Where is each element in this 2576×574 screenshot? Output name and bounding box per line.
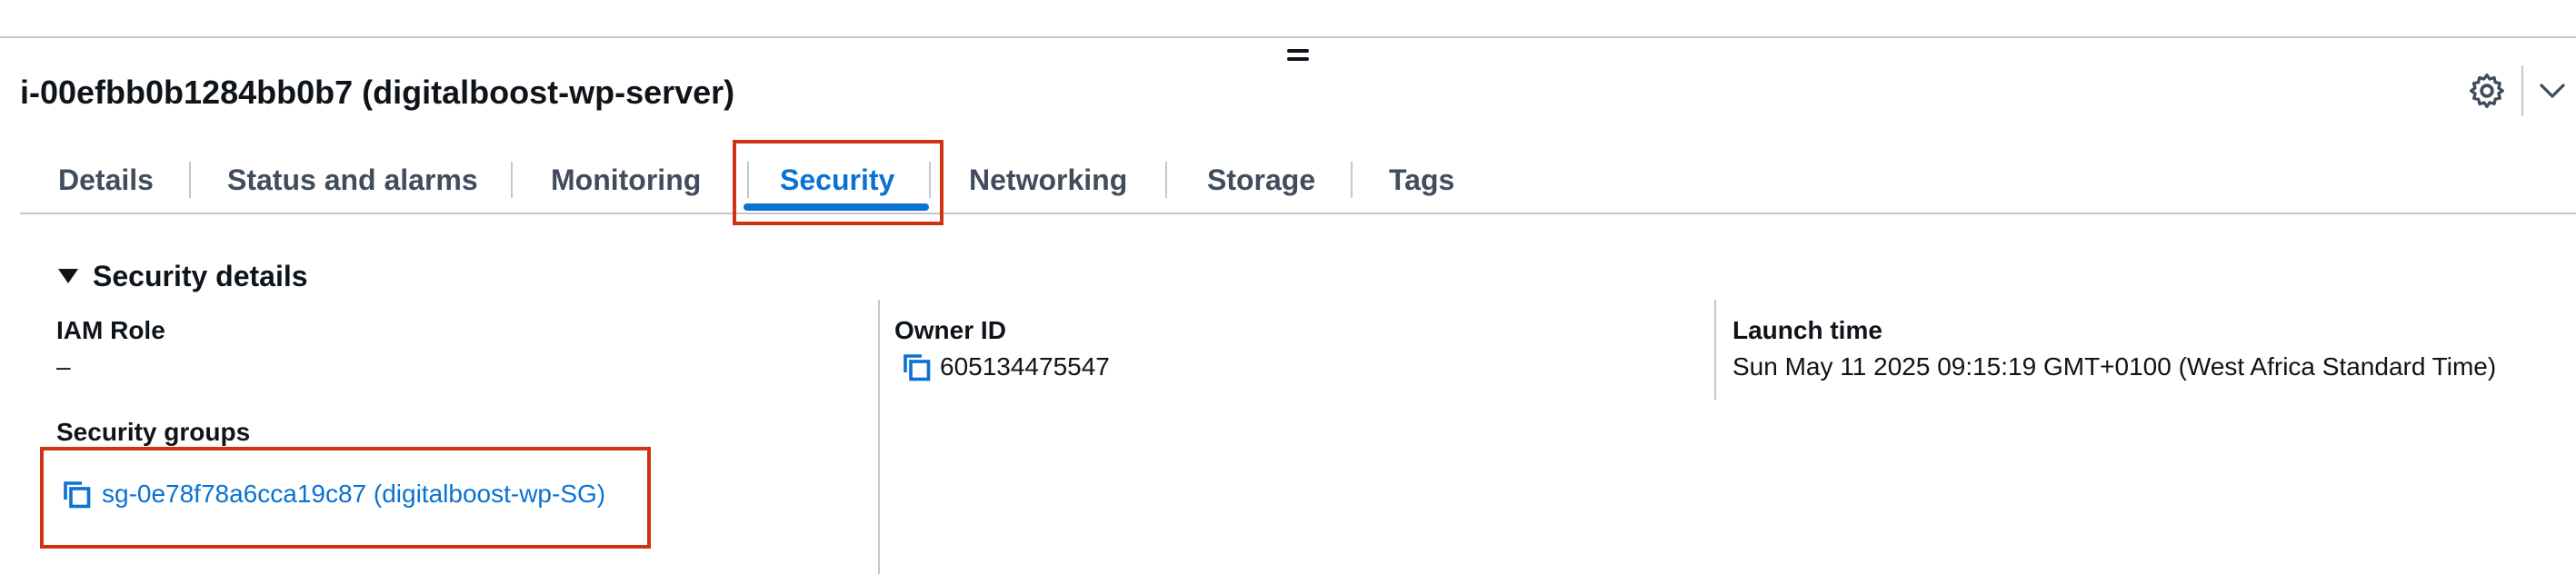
tab-separator — [1351, 162, 1353, 198]
tab-monitoring[interactable]: Monitoring — [551, 154, 701, 205]
tab-tags[interactable]: Tags — [1389, 154, 1454, 205]
tab-networking[interactable]: Networking — [969, 154, 1127, 205]
tab-bar: Details Status and alarms Monitoring Sec… — [20, 154, 2576, 216]
highlight-box-security-tab — [733, 140, 944, 225]
iam-role-value: – — [56, 352, 71, 381]
tab-status-and-alarms[interactable]: Status and alarms — [227, 154, 478, 205]
tab-storage[interactable]: Storage — [1207, 154, 1315, 205]
tab-separator — [1165, 162, 1167, 198]
highlight-box-security-group — [40, 447, 651, 549]
settings-icon[interactable] — [2467, 71, 2507, 111]
iam-role-label: IAM Role — [56, 316, 165, 344]
owner-id-value: 605134475547 — [940, 352, 1110, 381]
tab-separator — [511, 162, 513, 198]
launch-time-value: Sun May 11 2025 09:15:19 GMT+0100 (West … — [1732, 352, 2497, 381]
column-divider — [1714, 300, 1716, 400]
tab-details[interactable]: Details — [58, 154, 154, 205]
caret-down-icon — [58, 269, 78, 283]
section-title: Security details — [93, 260, 308, 292]
instance-title: i-00efbb0b1284bb0b7 (digitalboost-wp-ser… — [20, 74, 735, 111]
drag-handle-icon[interactable] — [1287, 49, 1309, 64]
copy-icon[interactable] — [900, 351, 933, 383]
security-details-toggle[interactable]: Security details — [55, 256, 308, 296]
panel-top-border — [0, 36, 2576, 38]
header-divider — [2521, 65, 2523, 116]
chevron-down-icon[interactable] — [2536, 74, 2569, 107]
launch-time-label: Launch time — [1732, 316, 1882, 344]
tab-bar-border — [20, 213, 2576, 214]
owner-id-label: Owner ID — [894, 316, 1006, 344]
column-divider — [878, 300, 880, 574]
tab-separator — [189, 162, 191, 198]
security-groups-label: Security groups — [56, 418, 251, 446]
